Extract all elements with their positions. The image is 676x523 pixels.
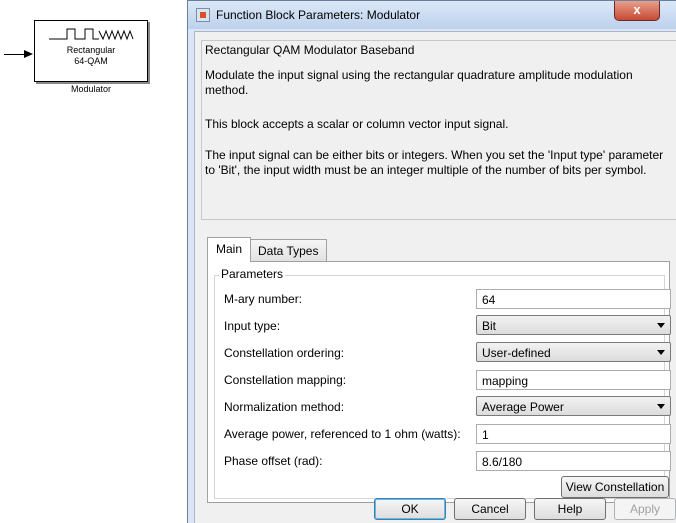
block-label-line2: 64-QAM (74, 56, 108, 66)
input-arrowhead (24, 50, 33, 58)
dialog-titlebar[interactable]: Function Block Parameters: Modulator x (188, 1, 676, 29)
mary-number-label: M-ary number: (224, 292, 303, 306)
parameters-group-title: Parameters (219, 267, 286, 281)
input-type-value: Bit (482, 319, 497, 333)
average-power-field[interactable]: 1 (476, 424, 671, 444)
description-text-2: This block accepts a scalar or column ve… (205, 117, 509, 131)
description-text-1: Modulate the input signal using the rect… (205, 68, 633, 97)
dialog-client-area: Rectangular QAM Modulator Baseband Modul… (194, 31, 676, 523)
block-name-label: Modulator (70, 84, 112, 94)
constellation-mapping-field[interactable]: mapping (476, 370, 671, 390)
ok-button[interactable]: OK (374, 498, 446, 520)
qam-waveform-icon (49, 28, 134, 41)
main-tab-panel: Parameters M-ary number: 64 Input type: … (207, 261, 671, 503)
phase-offset-field[interactable]: 8.6/180 (476, 451, 671, 471)
constellation-mapping-label: Constellation mapping: (224, 373, 347, 387)
block-label-line1: Rectangular (66, 45, 116, 55)
phase-offset-label: Phase offset (rad): (224, 454, 323, 468)
dialog-title: Function Block Parameters: Modulator (216, 8, 421, 22)
description-text-3: The input signal can be either bits or i… (205, 148, 664, 177)
view-constellation-button[interactable]: View Constellation (561, 476, 669, 498)
close-button[interactable]: x (614, 1, 660, 21)
normalization-method-value: Average Power (482, 400, 564, 414)
constellation-ordering-label: Constellation ordering: (224, 346, 345, 360)
chevron-down-icon (657, 323, 665, 328)
tab-data-types[interactable]: Data Types (249, 239, 328, 261)
apply-button[interactable]: Apply (614, 498, 676, 520)
simulink-block-icon (196, 8, 210, 22)
input-signal-line (4, 54, 26, 55)
input-type-select[interactable]: Bit (476, 315, 671, 335)
cancel-button[interactable]: Cancel (454, 498, 526, 520)
average-power-label: Average power, referenced to 1 ohm (watt… (224, 427, 461, 441)
help-button[interactable]: Help (534, 498, 606, 520)
constellation-ordering-value: User-defined (482, 346, 551, 360)
block-type-title: Rectangular QAM Modulator Baseband (205, 43, 415, 57)
normalization-method-select[interactable]: Average Power (476, 396, 671, 416)
normalization-method-label: Normalization method: (224, 400, 345, 414)
chevron-down-icon (657, 404, 665, 409)
tab-main[interactable]: Main (207, 237, 252, 262)
mary-number-field[interactable]: 64 (476, 289, 671, 309)
constellation-ordering-select[interactable]: User-defined (476, 342, 671, 362)
input-type-label: Input type: (224, 319, 281, 333)
function-block-parameters-dialog: Function Block Parameters: Modulator x R… (187, 0, 676, 523)
chevron-down-icon (657, 350, 665, 355)
modulator-block[interactable]: Rectangular 64-QAM (34, 20, 148, 82)
